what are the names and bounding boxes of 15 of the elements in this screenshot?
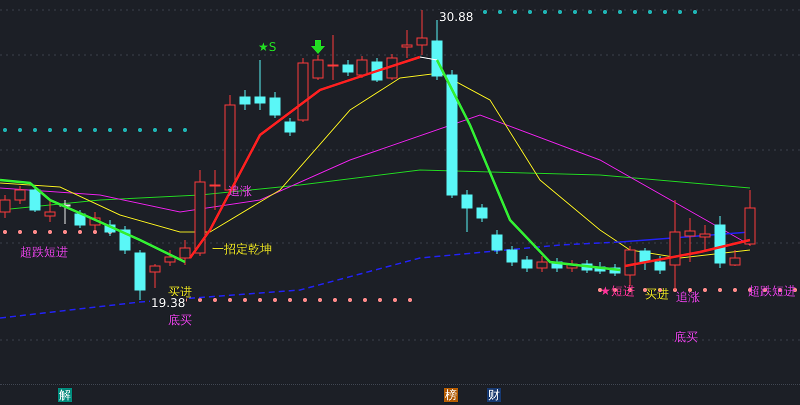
signal-label: 追涨	[676, 290, 700, 304]
signal-label: 超跌短进	[748, 284, 796, 298]
down-arrow-icon	[311, 40, 325, 54]
signal-label: 超跌短进	[20, 245, 68, 259]
signal-label: ★S	[258, 40, 276, 54]
event-badge[interactable]: 解	[58, 388, 72, 402]
signal-label: 买进	[645, 287, 669, 301]
signal-label: 底买	[168, 313, 192, 327]
price-label: 19.38	[150, 296, 186, 310]
event-badge[interactable]: 榜	[444, 388, 458, 402]
signal-label: 一招定乾坤	[212, 242, 272, 256]
event-badge[interactable]: 财	[487, 388, 501, 402]
price-label: 30.88	[438, 10, 474, 24]
signal-label: ★短进	[600, 284, 635, 298]
signal-label: 底买	[674, 330, 698, 344]
